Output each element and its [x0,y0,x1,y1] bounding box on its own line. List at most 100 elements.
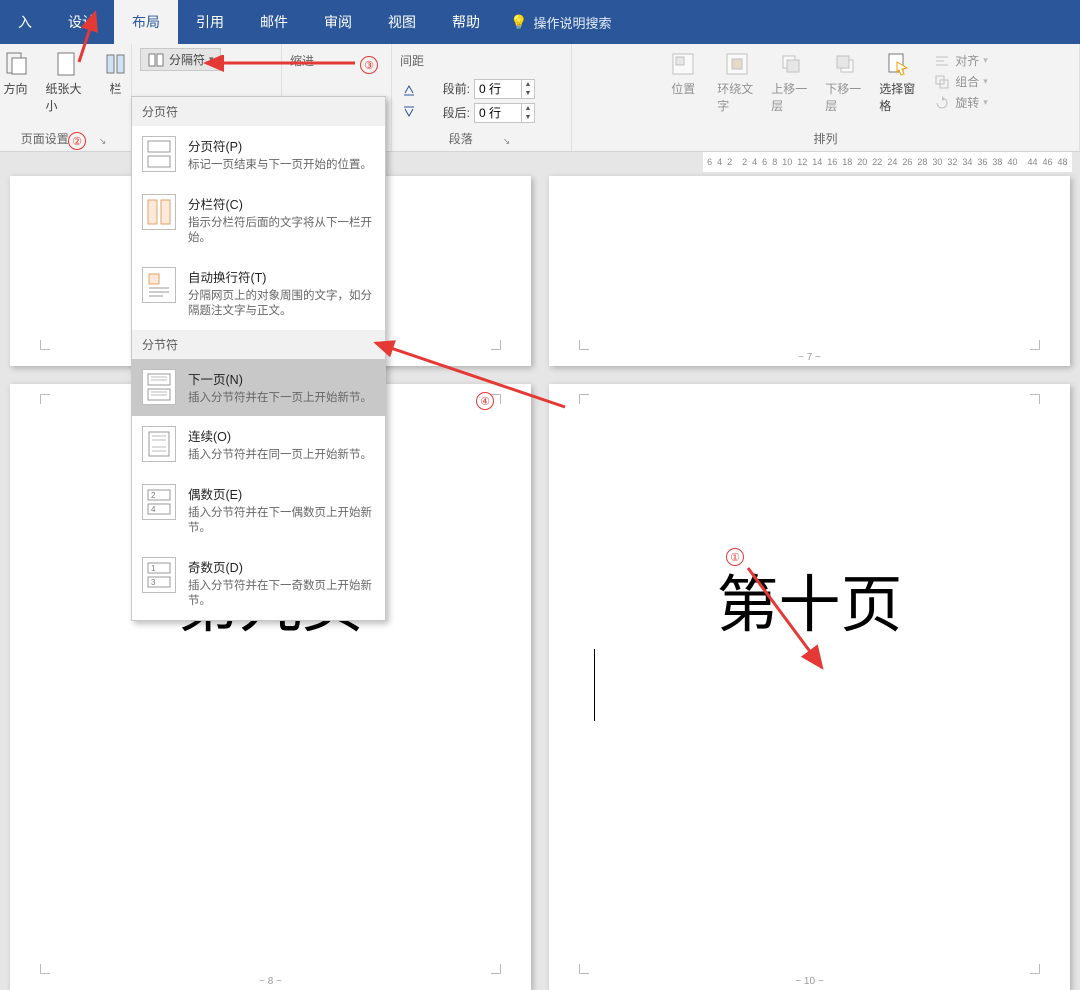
lightbulb-icon: 💡 [510,14,527,31]
orientation-button[interactable]: 方向 [0,50,36,97]
spacing-after-input[interactable] [475,104,521,122]
breaks-section-section: 分节符 [132,330,385,359]
text-wrap-desc: 分隔网页上的对象周围的文字，如分隔题注文字与正文。 [188,289,375,320]
selection-pane-label: 选择窗格 [879,80,919,114]
page-break-title: 分页符(P) [188,136,375,155]
menu-item-page-break[interactable]: 分页符(P) 标记一页结束与下一页开始的位置。 [132,126,385,184]
rotate-button[interactable]: 旋转▾ [933,94,988,111]
group-objects-button[interactable]: 组合▾ [933,73,988,90]
continuous-desc: 插入分节符并在同一页上开始新节。 [188,448,375,464]
spinner-down-icon[interactable]: ▼ [522,89,534,98]
bring-forward-button[interactable]: 上移一层 [771,50,811,114]
menu-item-even-page[interactable]: 24 偶数页(E) 插入分节符并在下一偶数页上开始新节。 [132,474,385,547]
bring-forward-label: 上移一层 [771,80,811,114]
align-button[interactable]: 对齐▾ [933,52,988,69]
next-page-icon [142,369,176,405]
columns-icon [102,50,130,78]
send-backward-label: 下移一层 [825,80,865,114]
page-10-number: ~ 10 ~ [549,976,1070,987]
spacing-after-label: 段后: [422,104,470,121]
continuous-icon [142,426,176,462]
wrap-text-label: 环绕文字 [717,80,757,114]
group-icon [933,74,951,90]
chevron-down-icon: ▾ [209,54,214,65]
svg-text:1: 1 [151,564,156,573]
wrap-text-button[interactable]: 环绕文字 [717,50,757,114]
spinner-up-icon[interactable]: ▲ [522,80,534,89]
spacing-before-icon [400,81,418,97]
size-button[interactable]: 纸张大小 [46,50,86,114]
odd-page-icon: 13 [142,557,176,593]
size-label: 纸张大小 [46,80,86,114]
odd-page-desc: 插入分节符并在下一奇数页上开始新节。 [188,579,375,610]
tell-me-search[interactable]: 💡 操作说明搜索 [498,0,623,44]
page-10-title: 第十页 [549,554,1070,644]
breaks-dropdown[interactable]: 分隔符 ▾ [140,48,221,71]
menu-item-odd-page[interactable]: 13 奇数页(D) 插入分节符并在下一奇数页上开始新节。 [132,547,385,620]
ruler[interactable]: 6422468101214161820222426283032343638404… [703,152,1072,172]
tab-references[interactable]: 引用 [178,0,242,44]
breaks-icon [147,52,165,68]
column-break-desc: 指示分栏符后面的文字将从下一栏开始。 [188,216,375,247]
columns-button[interactable]: 栏 [96,50,136,97]
even-page-title: 偶数页(E) [188,484,375,503]
paragraph-dialog-launcher[interactable]: ↘ [503,136,515,149]
rotate-icon [933,95,951,111]
breaks-menu: 分页符 分页符(P) 标记一页结束与下一页开始的位置。 分栏符(C) 指示分栏符… [131,96,386,621]
spinner-down-icon[interactable]: ▼ [522,113,534,122]
send-backward-icon [831,50,859,78]
group-label: 组合 [955,73,979,90]
arrange-group-label: 排列 [813,128,837,149]
tab-view[interactable]: 视图 [370,0,434,44]
text-wrap-icon [142,267,176,303]
wrap-text-icon [723,50,751,78]
menu-item-column-break[interactable]: 分栏符(C) 指示分栏符后面的文字将从下一栏开始。 [132,184,385,257]
svg-text:3: 3 [151,578,156,587]
spacing-label: 间距 [400,48,424,69]
text-cursor [594,649,595,721]
position-label: 位置 [671,80,695,97]
breaks-section-page: 分页符 [132,97,385,126]
ribbon-tabs: 入 设计 布局 引用 邮件 审阅 视图 帮助 💡 操作说明搜索 [0,0,1080,44]
send-backward-button[interactable]: 下移一层 [825,50,865,114]
page-setup-dialog-launcher[interactable]: ↘ [99,136,111,149]
menu-item-text-wrap[interactable]: 自动换行符(T) 分隔网页上的对象周围的文字，如分隔题注文字与正文。 [132,257,385,330]
tab-help[interactable]: 帮助 [434,0,498,44]
even-page-desc: 插入分节符并在下一偶数页上开始新节。 [188,506,375,537]
spacing-before-spinner[interactable]: ▲▼ [474,79,535,99]
align-icon [933,53,951,69]
svg-text:4: 4 [151,505,156,514]
group-arrange: 位置 环绕文字 上移一层 下移一层 选择窗格 对齐▾ [572,44,1080,151]
spacing-before-input[interactable] [475,80,521,98]
menu-item-next-page[interactable]: 下一页(N) 插入分节符并在下一页上开始新节。 [132,359,385,417]
page-7[interactable]: ~ 7 ~ [549,176,1070,366]
indent-label: 缩进 [290,48,314,69]
page-break-icon [142,136,176,172]
column-break-icon [142,194,176,230]
selection-pane-button[interactable]: 选择窗格 [879,50,919,114]
page-setup-group-label: 页面设置 [21,128,69,149]
spacing-before-label: 段前: [422,80,470,97]
spinner-up-icon[interactable]: ▲ [522,104,534,113]
tab-insert-tail[interactable]: 入 [0,0,50,44]
position-button[interactable]: 位置 [663,50,703,97]
group-page-setup: 方向 纸张大小 栏 页面设置 ↘ [0,44,132,151]
tab-design[interactable]: 设计 [50,0,114,44]
tab-mailings[interactable]: 邮件 [242,0,306,44]
columns-label: 栏 [109,80,121,97]
tab-layout[interactable]: 布局 [114,0,178,44]
group-spacing: 间距 段前: ▲▼ 段后: ▲▼ [392,44,572,151]
page-10[interactable]: 第十页 ~ 10 ~ [549,384,1070,990]
tab-review[interactable]: 审阅 [306,0,370,44]
breaks-label: 分隔符 [169,51,205,68]
bring-forward-icon [777,50,805,78]
ribbon-content: 方向 纸张大小 栏 页面设置 ↘ 分隔符 [0,44,1080,152]
menu-item-continuous[interactable]: 连续(O) 插入分节符并在同一页上开始新节。 [132,416,385,474]
page-8-number: ~ 8 ~ [10,976,531,987]
spacing-after-spinner[interactable]: ▲▼ [474,103,535,123]
position-icon [669,50,697,78]
align-label: 对齐 [955,52,979,69]
page-7-number: ~ 7 ~ [549,352,1070,363]
tell-me-label: 操作说明搜索 [533,13,611,32]
text-wrap-title: 自动换行符(T) [188,267,375,286]
